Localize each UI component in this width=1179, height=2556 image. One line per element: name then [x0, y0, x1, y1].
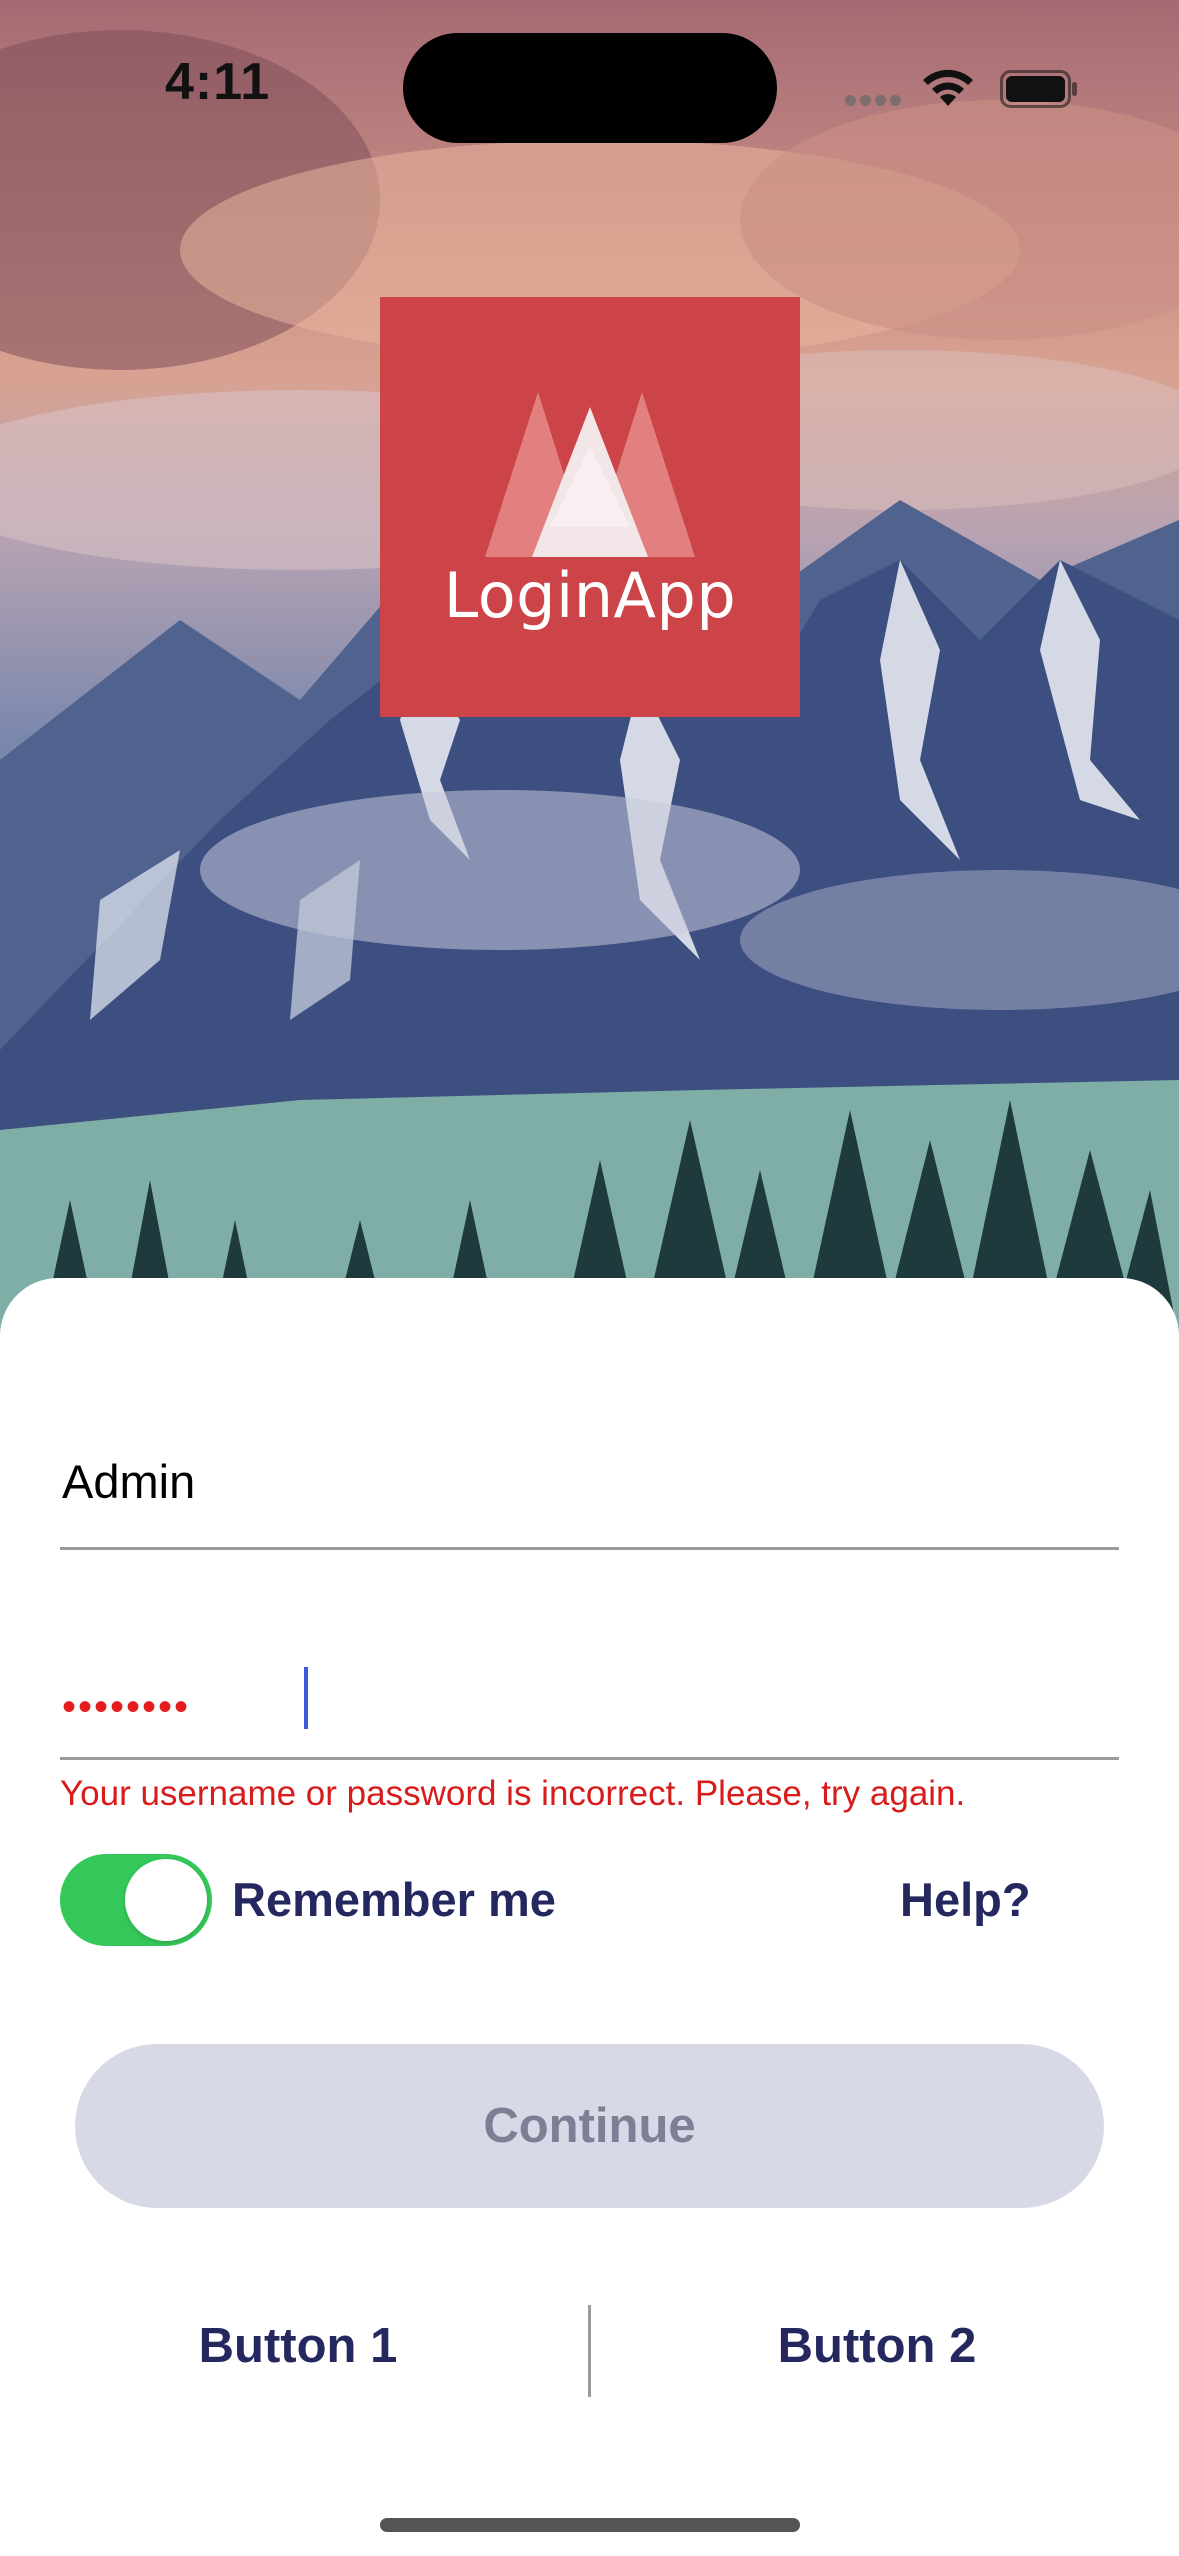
dynamic-island — [403, 33, 777, 143]
home-indicator[interactable] — [380, 2518, 800, 2532]
footer-divider — [588, 2305, 591, 2397]
text-cursor — [304, 1667, 308, 1729]
help-link[interactable]: Help? — [900, 1872, 1031, 1927]
password-field[interactable]: •••••••• — [60, 1667, 1119, 1760]
logo-text: LoginApp — [443, 559, 737, 632]
button-1[interactable]: Button 1 — [48, 2318, 548, 2374]
button-2[interactable]: Button 2 — [627, 2318, 1127, 2374]
remember-me-label: Remember me — [232, 1873, 556, 1926]
username-value: Admin — [62, 1455, 196, 1508]
app-logo: LoginApp — [380, 297, 800, 717]
pine-trees-icon — [485, 392, 695, 557]
username-field[interactable]: Admin — [60, 1455, 1119, 1550]
wifi-icon — [920, 66, 976, 113]
status-time: 4:11 — [165, 53, 271, 111]
error-message: Your username or password is incorrect. … — [60, 1774, 966, 1813]
continue-button[interactable]: Continue — [75, 2044, 1104, 2208]
toggle-knob — [125, 1859, 207, 1941]
battery-icon — [1000, 70, 1080, 113]
remember-me-toggle[interactable] — [60, 1854, 212, 1946]
password-masked-value: •••••••• — [62, 1685, 191, 1729]
cellular-signal-icon — [845, 93, 905, 111]
